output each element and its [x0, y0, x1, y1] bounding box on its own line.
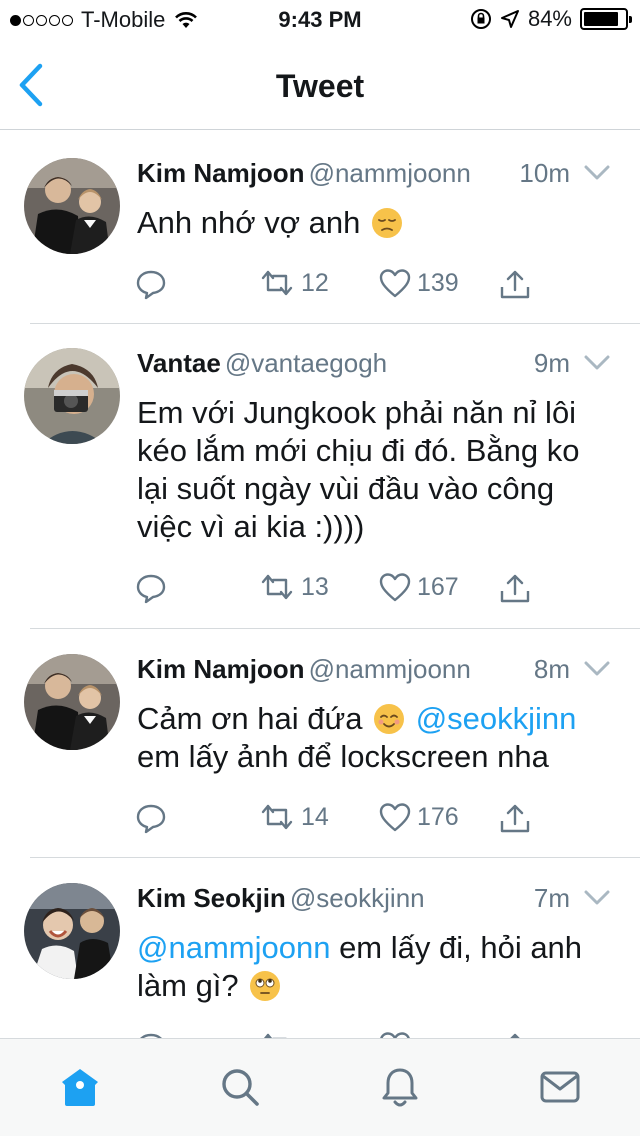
like-count: 139: [417, 268, 459, 297]
divider: [30, 628, 640, 629]
location-arrow-icon: [500, 10, 519, 28]
retweet-icon: [261, 804, 293, 830]
share-button[interactable]: [499, 572, 531, 604]
chevron-down-icon[interactable]: [584, 889, 610, 907]
author-name[interactable]: Kim Namjoon: [137, 654, 305, 684]
rolling-eyes-face-emoji-icon: [249, 970, 281, 1002]
tweet[interactable]: Kim Seokjin @seokkjinn 7m @nammjoonn em l…: [0, 883, 640, 1063]
battery-percent: 84%: [527, 6, 572, 31]
tweet-text-segment: Anh nhớ vợ anh: [137, 205, 369, 240]
retweet-button[interactable]: 12: [259, 268, 329, 298]
like-count: 167: [417, 572, 459, 601]
mention-link[interactable]: @nammjoonn: [137, 930, 330, 965]
reply-button[interactable]: [135, 572, 173, 604]
retweet-icon: [261, 270, 293, 296]
author-name[interactable]: Kim Namjoon: [137, 158, 305, 188]
retweet-icon: [261, 574, 293, 600]
smiling-face-emoji-icon: [373, 703, 405, 735]
like-button[interactable]: 176: [379, 802, 459, 832]
share-icon: [500, 804, 530, 833]
battery-icon: [580, 8, 632, 30]
chevron-down-icon[interactable]: [584, 164, 610, 182]
tweet-text-segment: [407, 701, 416, 736]
tweet-actions: 12 139: [135, 268, 555, 302]
avatar[interactable]: [24, 348, 120, 444]
messages-icon[interactable]: [538, 1065, 582, 1109]
tweet-text-segment: Em với Jungkook phải năn nỉ lôi kéo lắm …: [137, 395, 580, 544]
tweet-header: Kim Namjoon @nammjoonn 8m: [137, 654, 610, 688]
tweet-timestamp: 7m: [533, 883, 570, 913]
chevron-down-icon[interactable]: [584, 354, 610, 372]
reply-button[interactable]: [135, 802, 173, 834]
tweet-header: Kim Seokjin @seokkjinn 7m: [137, 883, 610, 917]
share-icon: [500, 270, 530, 299]
tweet[interactable]: Kim Namjoon @nammjoonn 10m Anh nhớ vợ anh…: [0, 158, 640, 324]
tweet-text: Em với Jungkook phải năn nỉ lôi kéo lắm …: [137, 394, 610, 546]
tweet-text: Cảm ơn hai đứa @seokkjinn em lấy ảnh để …: [137, 700, 610, 776]
share-icon: [500, 574, 530, 603]
chevron-down-icon[interactable]: [584, 660, 610, 678]
avatar[interactable]: [24, 883, 120, 979]
tweet-text-segment: em lấy ảnh để lockscreen nha: [137, 739, 549, 774]
author-handle[interactable]: @nammjoonn: [309, 654, 471, 684]
tweet[interactable]: Vantae @vantaegogh 9m Em với Jungkook phả…: [0, 348, 640, 630]
page-title: Tweet: [275, 68, 365, 104]
tweet-timestamp: 8m: [533, 654, 570, 684]
author-name[interactable]: Vantae: [137, 348, 221, 378]
retweet-button[interactable]: 14: [259, 802, 329, 832]
notifications-icon[interactable]: [378, 1065, 422, 1109]
battery-fill: [584, 12, 618, 26]
share-button[interactable]: [499, 268, 531, 300]
author-name[interactable]: Kim Seokjin: [137, 883, 286, 913]
reply-icon: [136, 574, 166, 604]
tab-bar: [0, 1038, 640, 1136]
like-button[interactable]: 139: [379, 268, 459, 298]
share-button[interactable]: [499, 802, 531, 834]
tweet-timestamp: 10m: [519, 158, 570, 188]
heart-icon: [379, 573, 411, 602]
tweet-actions: 13 167: [135, 572, 555, 606]
like-button[interactable]: 167: [379, 572, 459, 602]
retweet-button[interactable]: 13: [259, 572, 329, 602]
like-count: 176: [417, 802, 459, 831]
mention-link[interactable]: @seokkjinn: [416, 701, 577, 736]
tweet-text: Anh nhớ vợ anh: [137, 204, 610, 242]
orientation-lock-icon: [470, 9, 491, 29]
reply-icon: [136, 270, 166, 300]
home-icon[interactable]: [58, 1065, 102, 1109]
status-bar: T-Mobile 9:43 PM 84%: [0, 0, 640, 40]
status-right: 84%: [470, 6, 632, 32]
avatar[interactable]: [24, 158, 120, 254]
tweet-text-segment: Cảm ơn hai đứa: [137, 701, 372, 736]
tweet-text: @nammjoonn em lấy đi, hỏi anh làm gì?: [137, 929, 610, 1005]
divider: [30, 857, 640, 858]
author-handle[interactable]: @nammjoonn: [309, 158, 471, 188]
author-handle[interactable]: @vantaegogh: [225, 348, 387, 378]
tweet-actions: 14 176: [135, 802, 555, 836]
tweet[interactable]: Kim Namjoon @nammjoonn 8m Cảm ơn hai đứa …: [0, 654, 640, 859]
retweet-count: 13: [301, 572, 329, 601]
retweet-count: 12: [301, 268, 329, 297]
navigation-bar: Tweet: [0, 40, 640, 130]
divider: [30, 323, 640, 324]
tweet-header: Vantae @vantaegogh 9m: [137, 348, 610, 382]
reply-icon: [136, 804, 166, 834]
author-handle[interactable]: @seokkjinn: [290, 883, 425, 913]
heart-icon: [379, 803, 411, 832]
tweet-timestamp: 9m: [533, 348, 570, 378]
retweet-count: 14: [301, 802, 329, 831]
avatar[interactable]: [24, 654, 120, 750]
reply-button[interactable]: [135, 268, 173, 300]
search-icon[interactable]: [218, 1065, 262, 1109]
pensive-face-emoji-icon: [371, 207, 403, 239]
tweet-header: Kim Namjoon @nammjoonn 10m: [137, 158, 610, 192]
heart-icon: [379, 269, 411, 298]
